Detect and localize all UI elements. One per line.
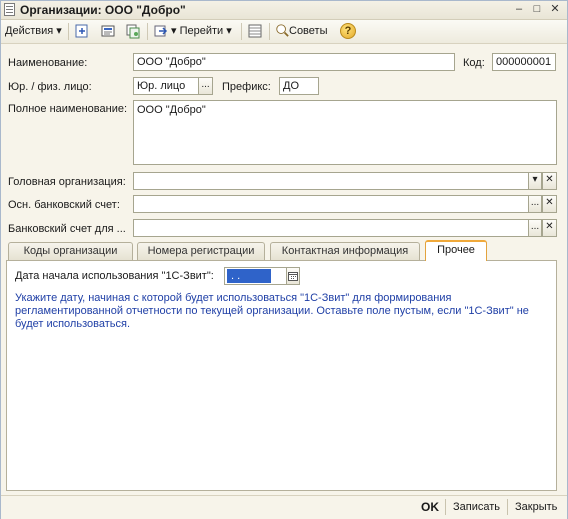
organization-window: Организации: ООО "Добро" – □ ✕ Действия … bbox=[0, 0, 568, 519]
close-window-button[interactable]: ✕ bbox=[547, 2, 563, 17]
start-date-input[interactable]: . . bbox=[224, 267, 290, 285]
prefix-input[interactable]: ДО bbox=[279, 77, 319, 95]
tips-label: Советы bbox=[289, 25, 328, 37]
actions-menu-button[interactable]: Действия ▾ bbox=[5, 23, 62, 40]
bank-account-label: Банковский счет для ... bbox=[8, 223, 126, 235]
code-input[interactable]: 000000001 bbox=[492, 53, 556, 71]
toolbar-separator bbox=[68, 23, 69, 40]
head-org-dropdown-button[interactable]: ▾ bbox=[528, 172, 542, 190]
main-account-clear-button[interactable]: ✕ bbox=[542, 195, 557, 213]
ok-button[interactable]: OK bbox=[421, 500, 439, 514]
actions-label: Действия bbox=[5, 25, 54, 37]
toolbar-separator bbox=[241, 23, 242, 40]
tips-icon bbox=[276, 24, 289, 37]
start-date-label: Дата начала использования "1С-Звит": bbox=[15, 270, 214, 282]
close-button[interactable]: Закрыть bbox=[515, 501, 557, 513]
tab-other[interactable]: Прочее bbox=[425, 240, 487, 261]
bank-account-select-button[interactable]: ... bbox=[528, 219, 542, 237]
calendar-button[interactable] bbox=[286, 267, 300, 285]
bank-account-clear-button[interactable]: ✕ bbox=[542, 219, 557, 237]
save-button[interactable]: Записать bbox=[453, 501, 500, 513]
title-bar[interactable]: Организации: ООО "Добро" – □ ✕ bbox=[1, 1, 567, 20]
window-title: Организации: ООО "Добро" bbox=[20, 3, 186, 17]
help-icon[interactable]: ? bbox=[340, 23, 356, 39]
goto-dropdown-arrow: ▾ bbox=[171, 25, 177, 37]
hint-text: Укажите дату, начиная с которой будет ис… bbox=[15, 292, 529, 330]
maximize-button[interactable]: □ bbox=[529, 2, 545, 17]
main-account-label: Осн. банковский счет: bbox=[8, 199, 120, 211]
person-type-input[interactable]: Юр. лицо bbox=[133, 77, 199, 95]
tab-registration-numbers[interactable]: Номера регистрации bbox=[137, 242, 265, 260]
bottom-separator bbox=[507, 499, 508, 515]
goto-label: Перейти bbox=[179, 25, 224, 37]
toolbar-separator bbox=[147, 23, 148, 40]
name-input[interactable]: ООО "Добро" bbox=[133, 53, 455, 71]
document-icon bbox=[4, 3, 15, 16]
tab-panel-other: Дата начала использования "1С-Звит": . .… bbox=[6, 260, 557, 491]
prefix-label: Префикс: bbox=[222, 81, 271, 93]
tips-button[interactable]: Советы bbox=[275, 23, 327, 40]
structure-icon[interactable] bbox=[247, 23, 263, 39]
person-type-select-button[interactable]: ... bbox=[198, 77, 213, 95]
save-and-close-icon[interactable] bbox=[74, 23, 90, 39]
tab-contact-info[interactable]: Контактная информация bbox=[270, 242, 420, 260]
full-name-textarea[interactable]: ООО "Добро" bbox=[133, 100, 557, 165]
bottom-separator bbox=[445, 499, 446, 515]
full-name-label: Полное наименование: bbox=[8, 103, 128, 115]
head-org-clear-button[interactable]: ✕ bbox=[542, 172, 557, 190]
chevron-down-icon: ▾ bbox=[226, 25, 232, 37]
toolbar: Действия ▾ ▾ Перейти ▾ Советы ? bbox=[1, 20, 567, 44]
head-org-label: Головная организация: bbox=[8, 176, 126, 188]
main-account-input[interactable] bbox=[133, 195, 529, 213]
code-label: Код: bbox=[463, 57, 485, 69]
form-view-icon[interactable] bbox=[100, 23, 116, 39]
head-org-input[interactable] bbox=[133, 172, 529, 190]
copy-icon[interactable] bbox=[125, 23, 141, 39]
start-date-value: . . bbox=[227, 269, 271, 283]
calendar-icon bbox=[288, 272, 298, 281]
person-type-label: Юр. / физ. лицо: bbox=[8, 81, 92, 93]
toolbar-separator bbox=[269, 23, 270, 40]
minimize-button[interactable]: – bbox=[511, 2, 527, 17]
goto-menu-button[interactable]: ▾ Перейти ▾ bbox=[171, 23, 232, 40]
main-account-select-button[interactable]: ... bbox=[528, 195, 542, 213]
bottom-bar: OK Записать Закрыть bbox=[1, 495, 567, 519]
name-label: Наименование: bbox=[8, 57, 88, 69]
tab-org-codes[interactable]: Коды организации bbox=[8, 242, 133, 260]
chevron-down-icon: ▾ bbox=[56, 25, 62, 37]
go-to-icon bbox=[154, 25, 168, 37]
bank-account-input[interactable] bbox=[133, 219, 529, 237]
